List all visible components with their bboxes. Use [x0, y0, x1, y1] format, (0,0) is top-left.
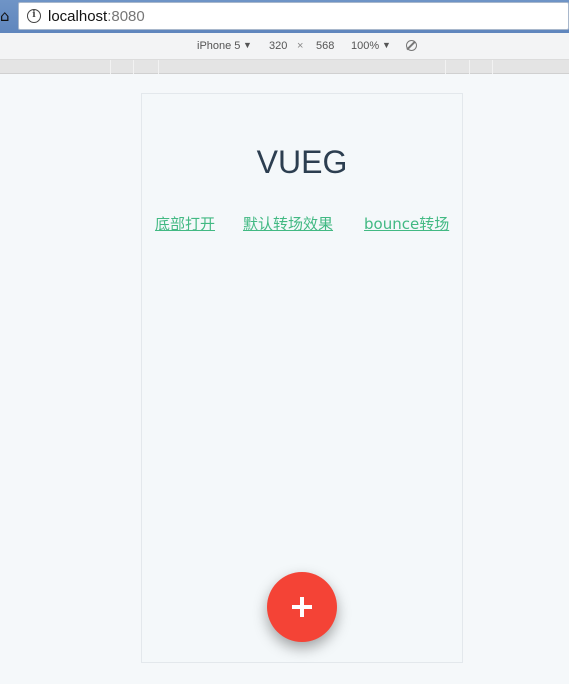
- ruler-divider: [445, 60, 446, 74]
- ruler-divider: [110, 60, 111, 74]
- home-icon[interactable]: ⌂: [0, 6, 14, 26]
- ruler-divider: [158, 60, 159, 74]
- device-select[interactable]: iPhone 5: [197, 40, 240, 52]
- plus-icon: [300, 597, 304, 617]
- link-bottom-open[interactable]: 底部打开: [155, 214, 215, 234]
- chevron-down-icon[interactable]: ▼: [382, 40, 391, 50]
- viewport-height-input[interactable]: 568: [316, 40, 334, 52]
- add-button[interactable]: [267, 572, 337, 642]
- address-bar[interactable]: i localhost:8080: [18, 2, 569, 30]
- media-query-ruler: [0, 60, 569, 74]
- zoom-select[interactable]: 100%: [351, 40, 379, 52]
- browser-toolbar: ⌂ i localhost:8080: [0, 0, 569, 33]
- dimension-separator: ×: [297, 40, 304, 52]
- site-info-icon[interactable]: i: [27, 9, 41, 23]
- url-port: :8080: [107, 8, 145, 25]
- link-bounce-transition[interactable]: bounce转场: [364, 214, 449, 234]
- device-viewport: VUEG 底部打开 默认转场效果 bounce转场: [141, 93, 463, 663]
- url-text[interactable]: localhost:8080: [48, 7, 145, 27]
- page-title: VUEG: [256, 144, 348, 180]
- url-host: localhost: [48, 8, 108, 25]
- chevron-down-icon[interactable]: ▼: [243, 40, 252, 50]
- ruler-divider: [492, 60, 493, 74]
- device-toolbar: iPhone 5 ▼ 320 × 568 100% ▼: [0, 33, 569, 60]
- ruler-divider: [133, 60, 134, 74]
- rotate-icon[interactable]: [406, 40, 417, 51]
- link-default-transition[interactable]: 默认转场效果: [243, 214, 333, 234]
- ruler-divider: [469, 60, 470, 74]
- viewport-width-input[interactable]: 320: [269, 40, 287, 52]
